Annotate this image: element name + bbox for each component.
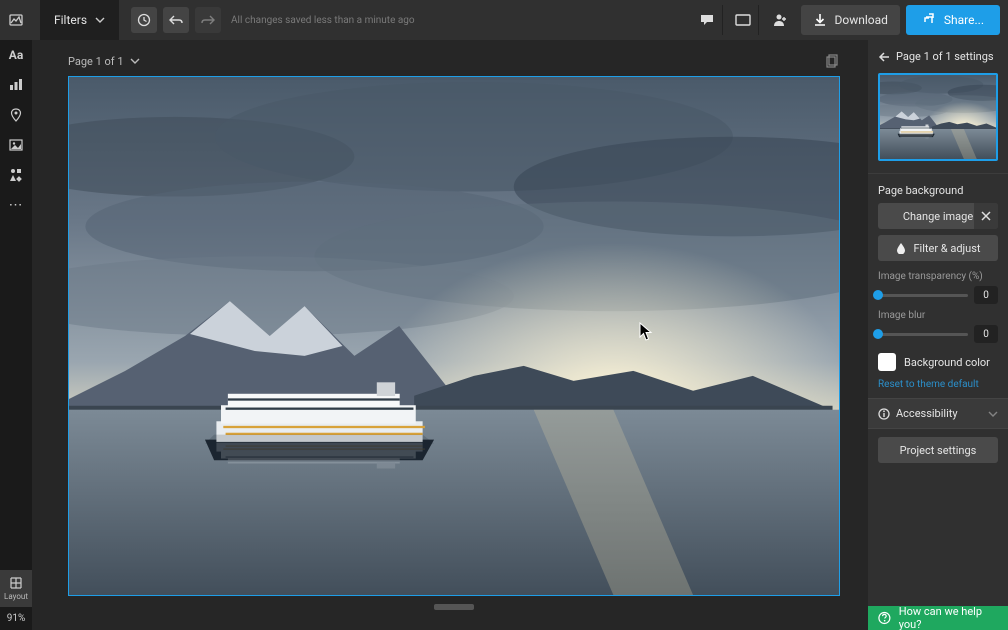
redo-button[interactable] bbox=[195, 7, 221, 33]
reset-theme-link[interactable]: Reset to theme default bbox=[868, 379, 1008, 398]
layout-button[interactable]: Layout bbox=[0, 570, 32, 607]
blur-value[interactable]: 0 bbox=[974, 325, 998, 343]
help-icon bbox=[878, 611, 891, 625]
chevron-down-icon bbox=[95, 17, 105, 23]
resize-handle[interactable] bbox=[434, 604, 474, 610]
filters-dropdown[interactable]: Filters bbox=[40, 0, 119, 40]
change-image-button[interactable]: Change image bbox=[878, 203, 998, 229]
page-background-label: Page background bbox=[868, 173, 1008, 203]
autosave-status: All changes saved less than a minute ago bbox=[231, 15, 415, 26]
page-thumbnail[interactable] bbox=[878, 73, 998, 161]
filter-adjust-button[interactable]: Filter & adjust bbox=[878, 235, 998, 261]
present-button[interactable] bbox=[729, 5, 759, 35]
project-settings-button[interactable]: Project settings bbox=[878, 437, 998, 463]
text-tool[interactable]: Aa bbox=[0, 40, 32, 70]
invite-button[interactable] bbox=[765, 5, 795, 35]
image-tool[interactable] bbox=[0, 130, 32, 160]
topbar: Filters All changes saved less than a mi… bbox=[32, 0, 1008, 40]
page-tab[interactable]: Page 1 of 1 bbox=[68, 55, 124, 68]
download-button[interactable]: Download bbox=[801, 5, 900, 35]
zoom-level[interactable]: 91% bbox=[7, 607, 26, 630]
chevron-down-icon bbox=[988, 411, 998, 417]
chevron-down-icon[interactable] bbox=[130, 58, 140, 64]
blur-slider[interactable] bbox=[878, 333, 968, 336]
panel-title: Page 1 of 1 settings bbox=[896, 50, 994, 63]
droplet-icon bbox=[895, 242, 907, 254]
blur-label: Image blur bbox=[878, 310, 998, 321]
remove-image-button[interactable] bbox=[974, 203, 998, 229]
share-icon bbox=[922, 13, 936, 27]
chart-tool[interactable] bbox=[0, 70, 32, 100]
comments-button[interactable] bbox=[693, 5, 723, 35]
share-button[interactable]: Share... bbox=[906, 5, 1000, 35]
settings-panel: Page 1 of 1 settings Page background Cha… bbox=[868, 40, 1008, 630]
help-bar[interactable]: How can we help you? bbox=[868, 606, 1008, 630]
map-tool[interactable] bbox=[0, 100, 32, 130]
icon-tool[interactable] bbox=[0, 160, 32, 190]
info-icon bbox=[878, 408, 890, 420]
undo-button[interactable] bbox=[163, 7, 189, 33]
background-color-label: Background color bbox=[904, 356, 990, 369]
background-image bbox=[69, 77, 839, 595]
brand-icon[interactable] bbox=[0, 0, 32, 40]
history-button[interactable] bbox=[131, 7, 157, 33]
accessibility-toggle[interactable]: Accessibility bbox=[868, 398, 1008, 429]
canvas[interactable] bbox=[68, 76, 840, 596]
download-icon bbox=[813, 13, 827, 27]
duplicate-page-icon[interactable] bbox=[826, 54, 840, 68]
transparency-label: Image transparency (%) bbox=[878, 271, 998, 282]
transparency-value[interactable]: 0 bbox=[974, 286, 998, 304]
transparency-slider[interactable] bbox=[878, 294, 968, 297]
back-icon[interactable] bbox=[878, 52, 890, 62]
more-tools[interactable]: ⋯ bbox=[0, 190, 32, 220]
background-color-swatch[interactable] bbox=[878, 353, 896, 371]
